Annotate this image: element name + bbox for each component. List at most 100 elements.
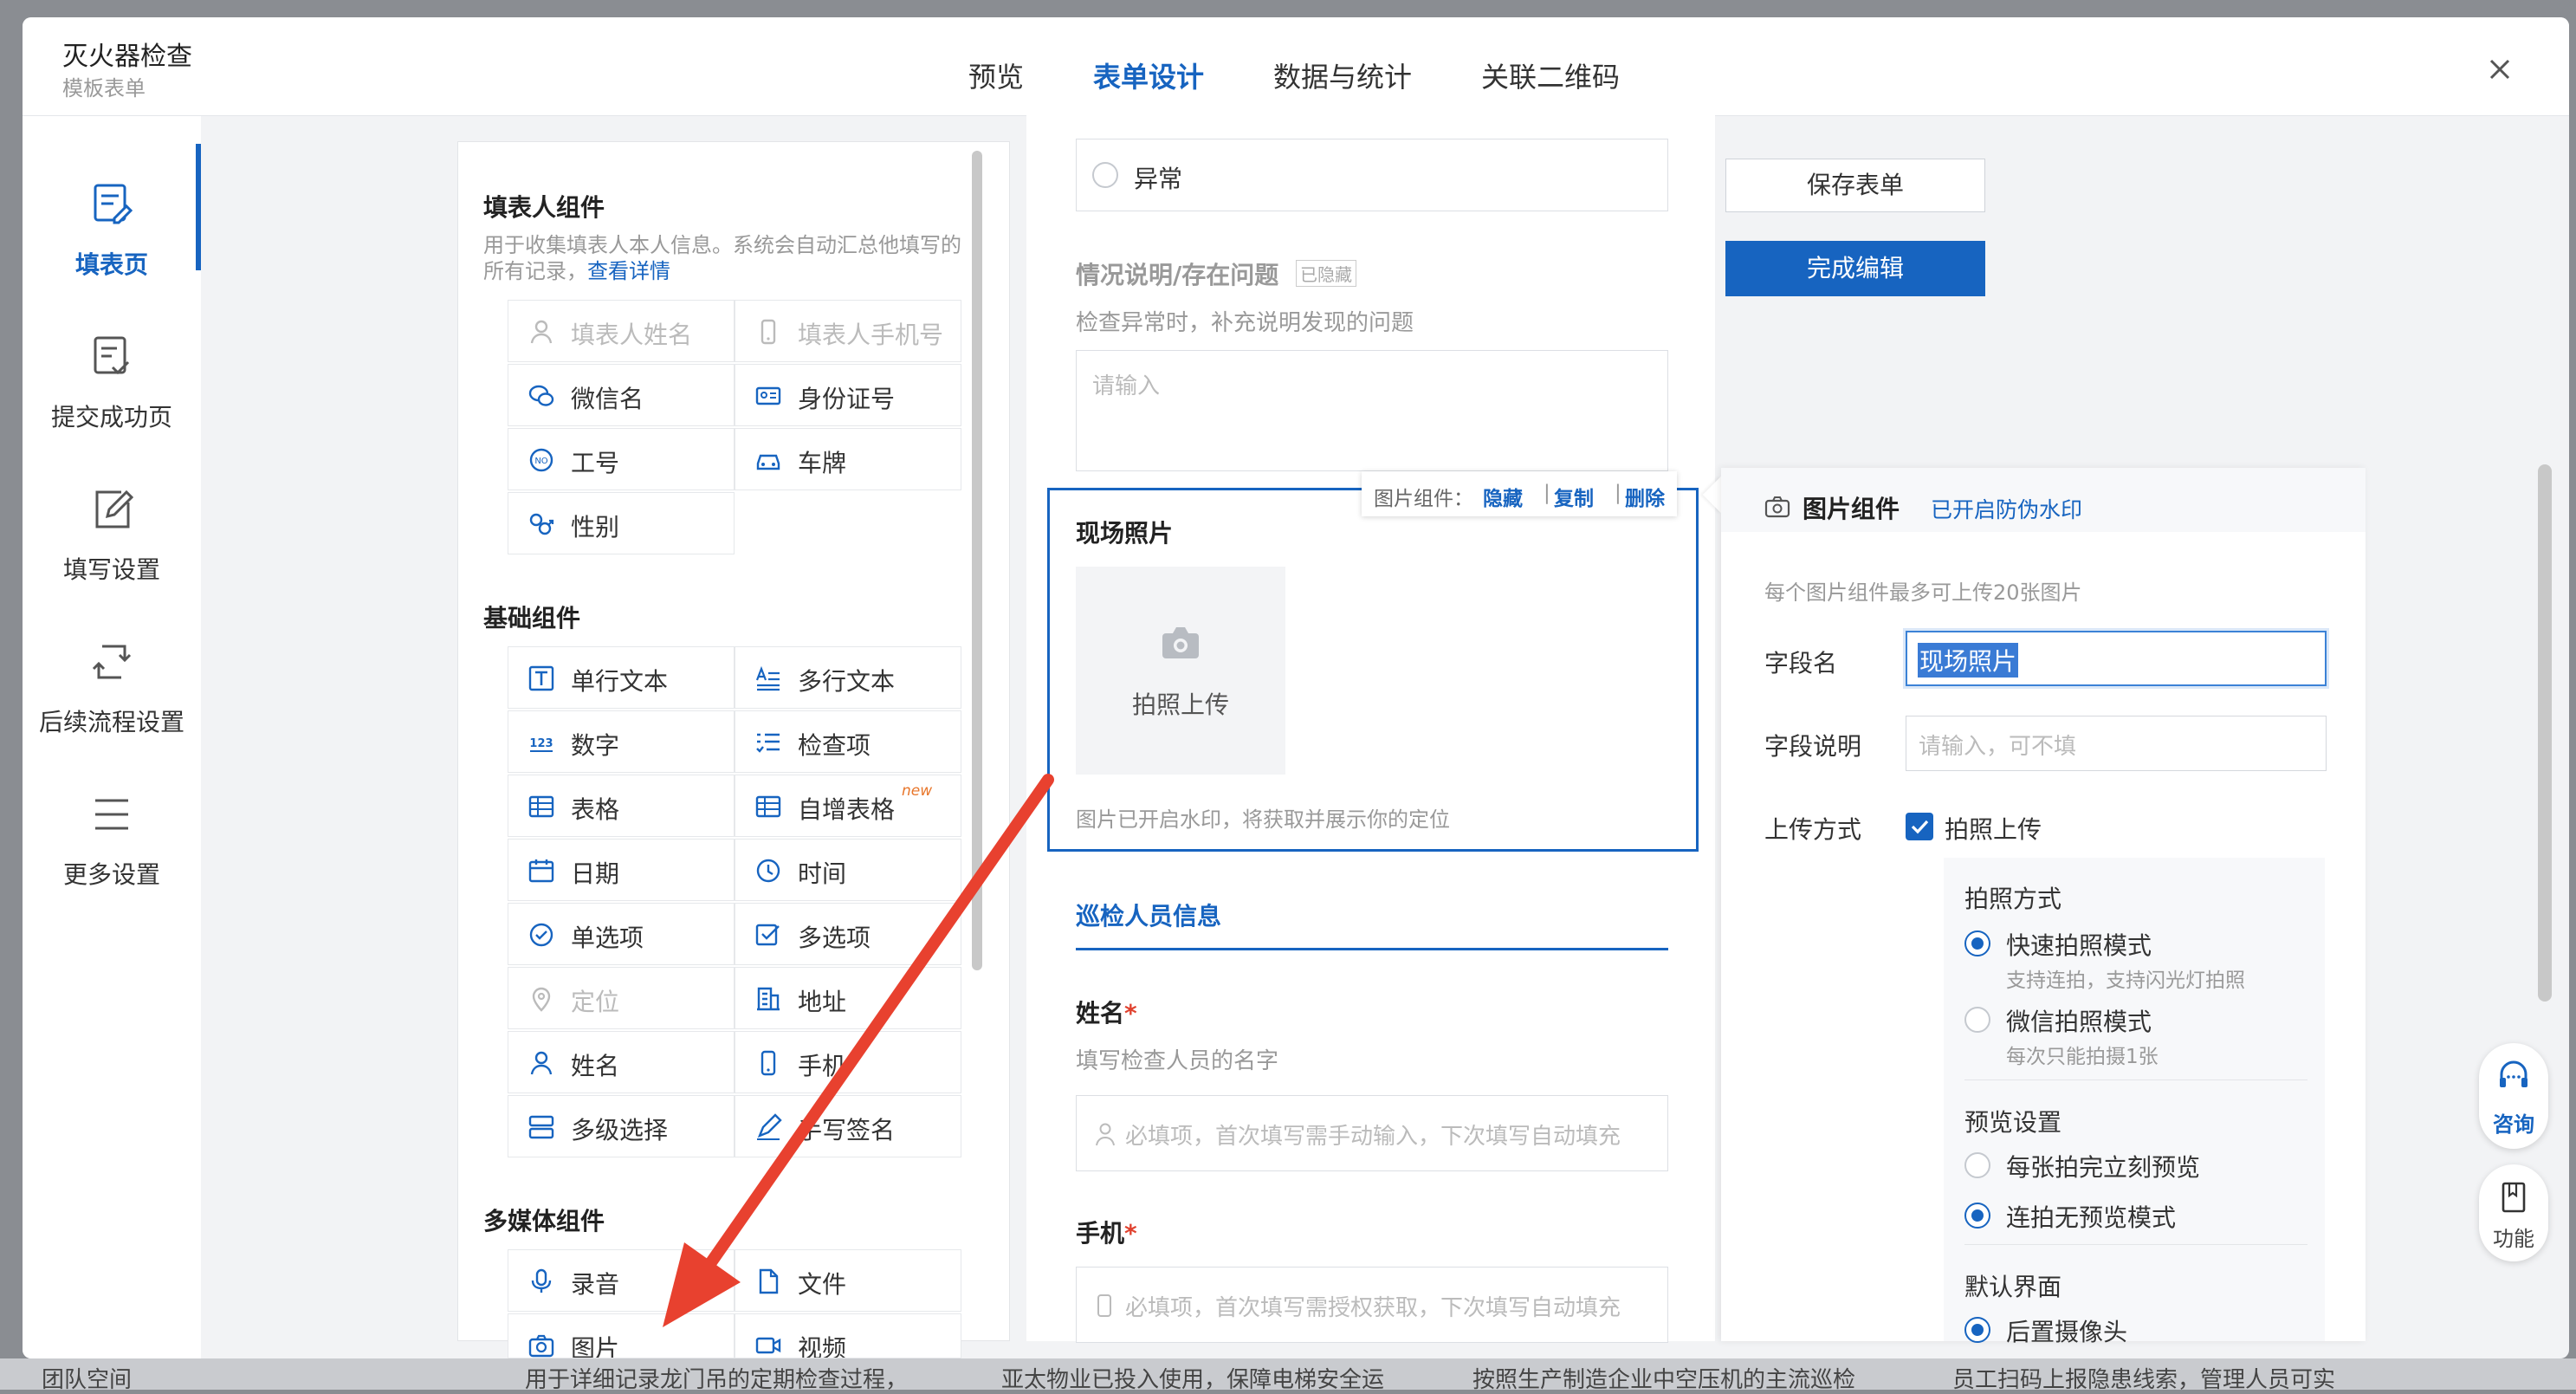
filler-desc-text: 用于收集填表人本人信息。系统会自动汇总他填写的所有记录， [483,233,961,283]
watermark-note: 图片已开启水印，将获取并展示你的定位 [1076,807,1450,832]
radio-button[interactable] [1092,162,1118,188]
page-scrollbar[interactable] [2538,464,2552,1002]
photo-upload-tile[interactable]: 拍照上传 [1076,567,1285,775]
submit-check-icon [90,333,133,381]
option-abnormal[interactable]: 异常 [1076,139,1668,211]
component-number[interactable]: 123 数字 [508,710,735,773]
hidden-tag: 已隐藏 [1296,260,1356,287]
function-button[interactable]: 功能 [2479,1164,2548,1261]
input-placeholder: 请输入，可不填 [1919,734,2077,760]
settings-sidebar: 填表页 提交成功页 填写设置 后续流程设置 更多设置 [23,116,201,1358]
book-icon [2502,1182,2526,1213]
background-card-text: 亚太物业已投入使用，保障电梯安全运 [1001,1367,1385,1393]
svg-text:123: 123 [529,737,553,750]
field-name-input[interactable]: 现场照片 [1906,631,2327,686]
palette-scrollbar[interactable] [972,151,982,970]
component-cascade-select[interactable]: 多级选择 [508,1095,735,1157]
clock-icon [756,859,780,883]
phone-input[interactable]: 必填项，首次填写需授权获取，下次填写自动填充 [1076,1267,1668,1343]
sidebar-item-workflow-settings[interactable]: 后续流程设置 [23,629,201,768]
component-label: 定位 [571,988,620,1016]
component-check-item[interactable]: 检查项 [735,710,961,773]
radio-burst-no-preview[interactable] [1964,1203,1990,1229]
gender-icon [529,513,554,535]
finish-edit-button[interactable]: 完成编辑 [1725,241,1985,296]
component-name[interactable]: 姓名 [508,1031,735,1093]
radio-instant-preview[interactable] [1964,1152,1990,1178]
save-form-button[interactable]: 保存表单 [1725,159,1985,212]
component-file[interactable]: 文件 [735,1249,961,1312]
shoot-mode-title: 拍照方式 [1964,885,2062,913]
copy-field-button[interactable]: 复制 [1554,482,1594,511]
component-id-number[interactable]: 身份证号 [735,364,961,426]
component-label: 数字 [571,731,620,760]
component-multi-choice[interactable]: 多选项 [735,903,961,965]
text-t-icon [528,665,554,691]
delete-field-button[interactable]: 删除 [1625,482,1665,511]
sidebar-item-form-page[interactable]: 填表页 [23,172,201,310]
person-icon [530,320,553,344]
situation-textarea[interactable]: 请输入 [1076,350,1668,471]
close-icon[interactable] [2482,52,2517,87]
svg-text:NO: NO [534,457,547,466]
background-card-text: 用于详细记录龙门吊的定期检查过程， [525,1367,909,1393]
function-label: 功能 [2493,1227,2534,1251]
name-input[interactable]: 必填项，首次填写需手动输入，下次填写自动填充 [1076,1095,1668,1171]
menu-lines-icon [90,790,133,839]
component-date[interactable]: 日期 [508,839,735,901]
component-wechat-name[interactable]: 微信名 [508,364,735,426]
sidebar-item-label: 提交成功页 [50,403,172,431]
component-label: 多选项 [798,924,871,952]
component-auto-table[interactable]: 自增表格 new [735,775,961,837]
instant-preview-label: 每张拍完立刻预览 [2006,1153,2201,1182]
component-video[interactable]: 视频 [735,1313,961,1358]
sidebar-item-submit-success[interactable]: 提交成功页 [23,324,201,463]
cascade-icon [528,1115,554,1139]
component-employee-id[interactable]: NO 工号 [508,428,735,490]
component-phone[interactable]: 手机 [735,1031,961,1093]
component-license-plate[interactable]: 车牌 [735,428,961,490]
tab-form-design[interactable]: 表单设计 [1093,55,1204,95]
component-gender[interactable]: 性别 [508,492,735,554]
hide-field-button[interactable]: 隐藏 [1483,482,1523,511]
component-multi-line-text[interactable]: 多行文本 [735,646,961,709]
component-single-line-text[interactable]: 单行文本 [508,646,735,709]
sidebar-item-more-settings[interactable]: 更多设置 [23,781,201,920]
component-label: 性别 [571,513,620,541]
component-time[interactable]: 时间 [735,839,961,901]
option-label: 异常 [1134,165,1183,193]
watermark-status[interactable]: 已开启防伪水印 [1931,493,2082,524]
component-label: 录音 [571,1270,620,1299]
consult-button[interactable]: 咨询 [2479,1043,2548,1149]
phone-title-text: 手机 [1076,1219,1125,1248]
check-icon [1911,820,1929,834]
field-desc-input[interactable]: 请输入，可不填 [1906,716,2327,771]
microphone-icon [531,1268,552,1293]
component-single-choice[interactable]: 单选项 [508,903,735,965]
signature-pen-icon [757,1113,782,1140]
view-details-link[interactable]: 查看详情 [587,259,670,283]
component-address[interactable]: 地址 [735,967,961,1029]
field-name-label: 字段名 [1764,649,1838,678]
component-label: 多行文本 [798,667,896,696]
textarea-placeholder: 请输入 [1092,373,1161,399]
component-image[interactable]: 图片 [508,1313,735,1358]
component-filler-phone: 填表人手机号 [735,300,961,362]
tab-data-statistics[interactable]: 数据与统计 [1273,55,1412,95]
car-icon [756,454,780,470]
tab-linked-qrcode[interactable]: 关联二维码 [1481,55,1620,95]
video-icon [755,1337,781,1354]
quick-shoot-label: 快速拍照模式 [2006,931,2152,960]
radio-rear-camera[interactable] [1964,1317,1990,1343]
radio-wechat-shoot[interactable] [1964,1007,1990,1033]
tab-preview[interactable]: 预览 [968,55,1024,95]
component-signature[interactable]: 手写签名 [735,1095,961,1157]
component-table[interactable]: 表格 [508,775,735,837]
rear-camera-label: 后置摄像头 [2006,1318,2128,1346]
upload-method-checkbox[interactable] [1906,813,1933,840]
background-sidebar-text: 团队空间 [42,1367,133,1393]
sidebar-item-fill-settings[interactable]: 填写设置 [23,477,201,615]
upload-limit-note: 每个图片组件最多可上传20张图片 [1764,580,2082,605]
radio-quick-shoot[interactable] [1964,930,1990,956]
component-audio[interactable]: 录音 [508,1249,735,1312]
